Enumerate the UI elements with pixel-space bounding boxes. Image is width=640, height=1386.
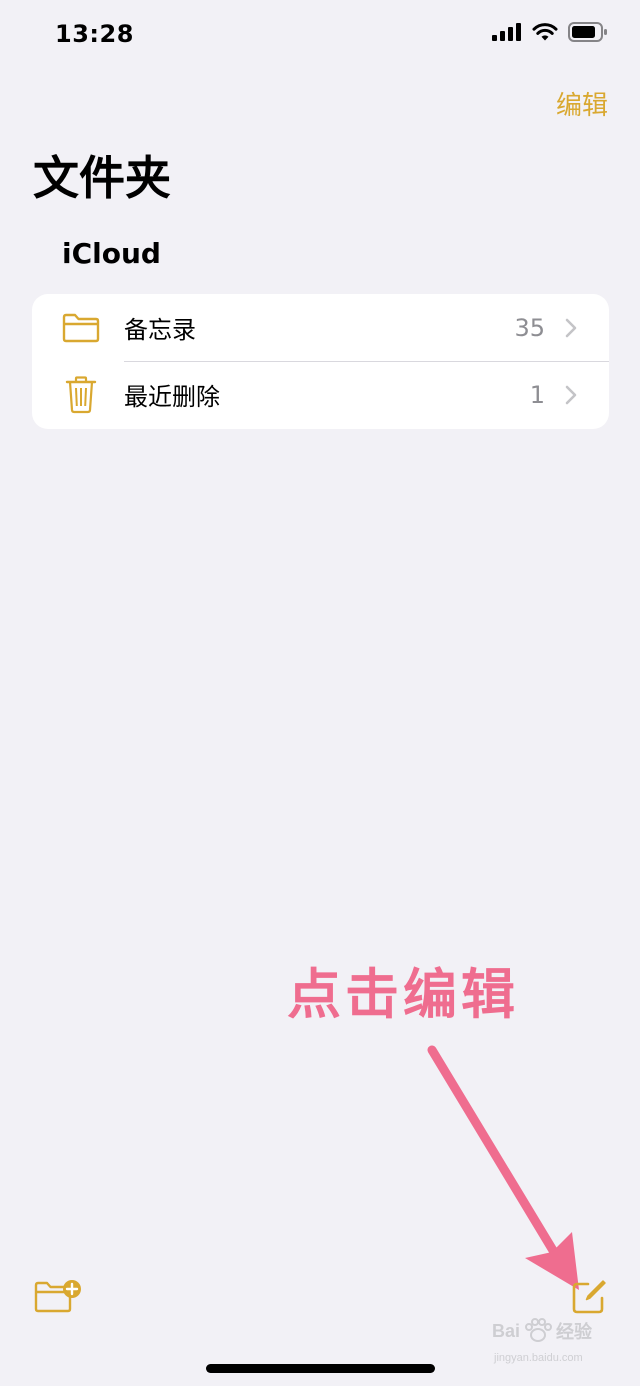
watermark-brand-suffix: 经验 [556,1322,593,1342]
status-bar: 13:28 [0,0,640,70]
watermark: Bai 经验 [492,1318,592,1344]
wifi-icon [532,22,558,40]
trash-icon [60,374,102,416]
status-time: 13:28 [55,20,134,48]
folder-label: 最近删除 [124,383,220,411]
folder-count: 35 [514,313,545,342]
new-folder-icon [34,1280,81,1313]
compose-button[interactable] [570,1278,608,1320]
compose-icon [572,1280,606,1314]
home-indicator[interactable] [206,1364,435,1373]
annotation-text: 点击编辑 [287,963,519,1026]
battery-icon [568,22,607,42]
section-header-icloud[interactable]: iCloud [62,237,161,270]
folder-label: 备忘录 [124,316,196,344]
page-title: 文件夹 [33,151,171,205]
folder-count: 1 [529,380,545,409]
folder-row-notes[interactable]: 备忘录 35 [32,294,609,361]
folder-list: 备忘录 35 最近删除 1 [32,294,609,429]
watermark-url: jingyan.baidu.com [494,1352,583,1364]
cellular-signal-icon [492,23,521,41]
chevron-right-icon [565,385,577,404]
paw-icon [525,1318,553,1342]
edit-button[interactable]: 编辑 [556,85,608,122]
folder-row-recently-deleted[interactable]: 最近删除 1 [32,361,609,428]
chevron-right-icon [565,318,577,337]
folder-icon [60,307,102,349]
new-folder-button[interactable] [34,1278,82,1318]
status-icons [492,22,608,42]
watermark-brand: Bai [492,1320,521,1341]
